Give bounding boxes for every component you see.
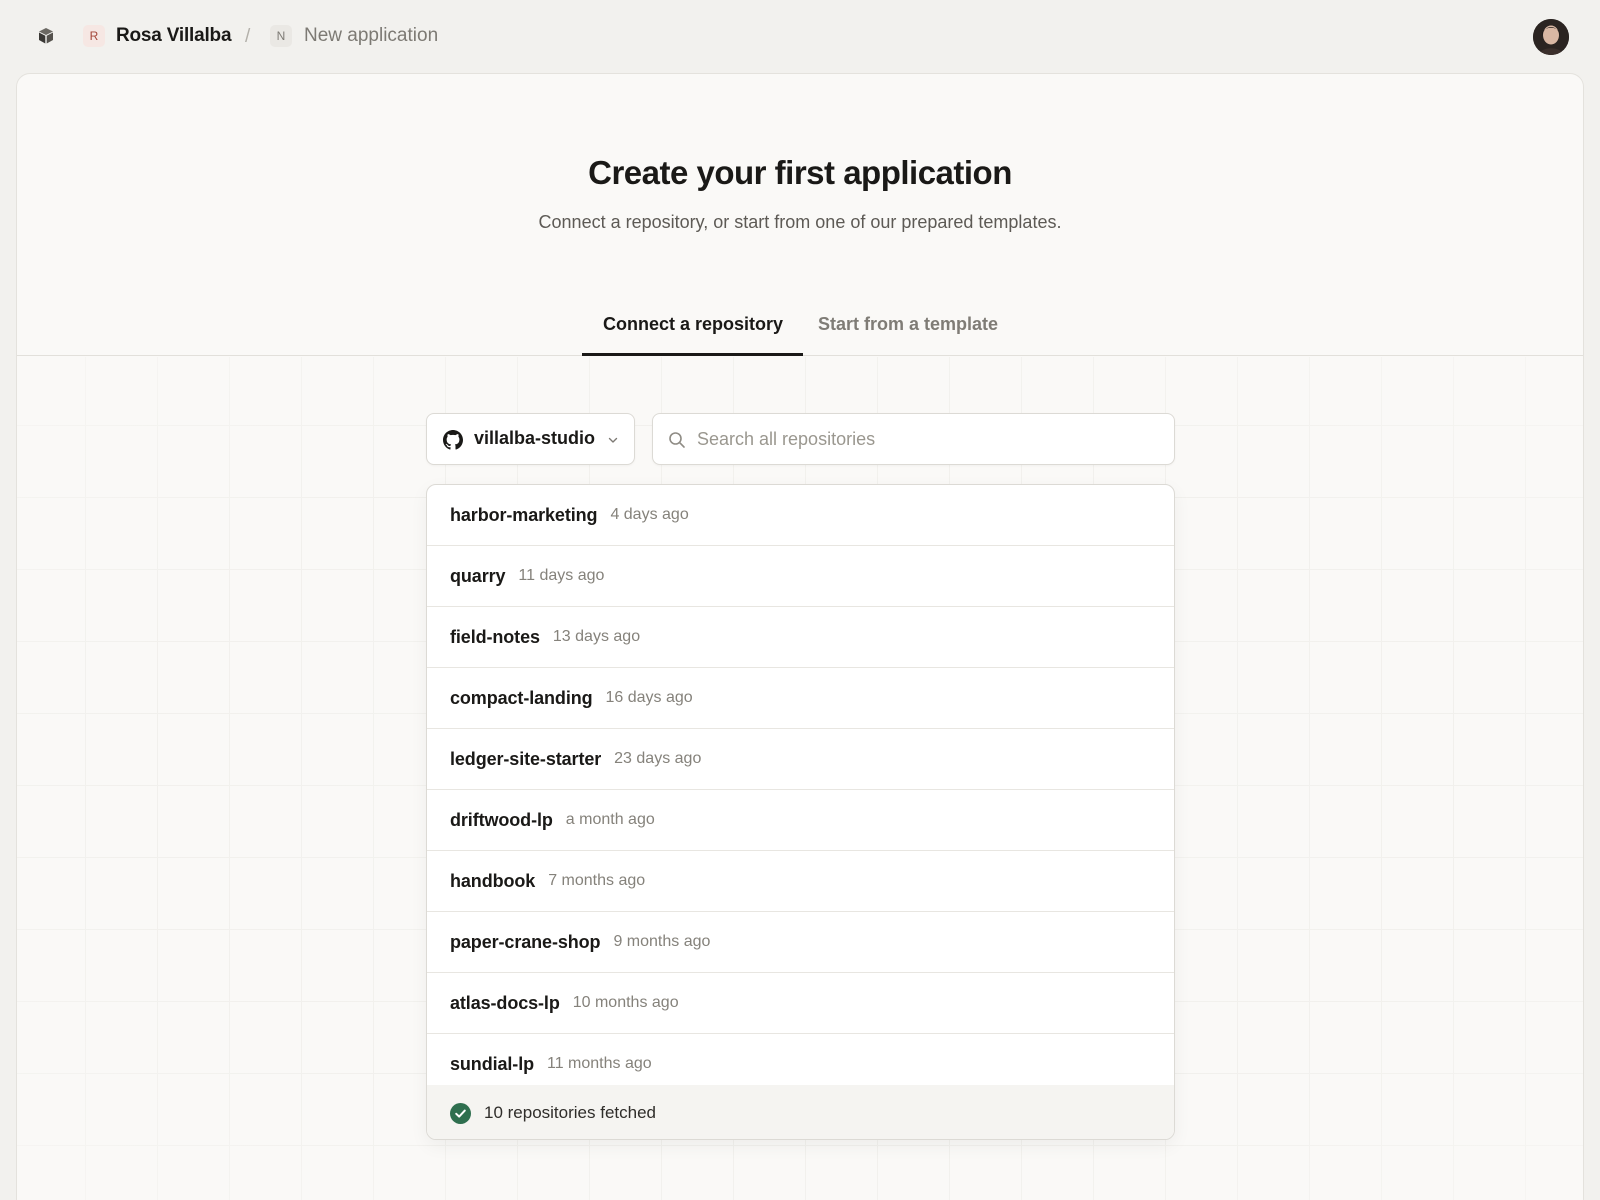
- repository-updated: 13 days ago: [552, 628, 641, 645]
- page-badge: N: [270, 25, 292, 47]
- repository-search: [652, 413, 1175, 465]
- repository-updated: 10 months ago: [572, 994, 679, 1011]
- search-input[interactable]: [697, 414, 1157, 464]
- repository-row[interactable]: harbor-marketing 4 days ago: [427, 485, 1174, 546]
- account-name: villalba-studio: [474, 428, 596, 448]
- active-tab-indicator: [582, 353, 803, 356]
- repository-updated: 11 days ago: [518, 567, 605, 584]
- app-logo-icon[interactable]: [36, 26, 56, 46]
- repository-name: quarry: [450, 565, 506, 586]
- repository-list: harbor-marketing 4 days ago quarry 11 da…: [426, 484, 1175, 1140]
- repository-row[interactable]: driftwood-lp a month ago: [427, 790, 1174, 851]
- repository-row[interactable]: quarry 11 days ago: [427, 546, 1174, 607]
- tab-start-from-template[interactable]: Start from a template: [818, 314, 998, 335]
- repository-updated: 7 months ago: [548, 872, 646, 889]
- repository-name: paper-crane-shop: [450, 931, 601, 952]
- repository-row[interactable]: compact-landing 16 days ago: [427, 668, 1174, 729]
- repository-name: sundial-lp: [450, 1053, 534, 1074]
- page-subtitle: Connect a repository, or start from one …: [538, 212, 1062, 232]
- repository-updated: a month ago: [565, 811, 655, 828]
- fetch-status-text: 10 repositories fetched: [484, 1103, 656, 1122]
- repository-updated: 11 months ago: [547, 1055, 652, 1072]
- repository-name: driftwood-lp: [450, 809, 553, 830]
- user-avatar[interactable]: [1533, 19, 1569, 55]
- breadcrumb-page: New application: [304, 25, 439, 46]
- repository-name: atlas-docs-lp: [450, 992, 560, 1013]
- chevron-down-icon: [608, 437, 618, 443]
- owner-badge: R: [83, 25, 105, 47]
- account-select[interactable]: villalba-studio: [426, 413, 635, 465]
- repository-name: field-notes: [450, 626, 540, 647]
- repository-name: harbor-marketing: [450, 504, 598, 525]
- repository-row[interactable]: ledger-site-starter 23 days ago: [427, 729, 1174, 790]
- repository-updated: 16 days ago: [605, 689, 693, 706]
- repository-updated: 9 months ago: [613, 933, 711, 950]
- repository-name: handbook: [450, 870, 536, 891]
- repository-updated: 23 days ago: [614, 750, 702, 767]
- main-card: Create your first application Connect a …: [16, 73, 1584, 1200]
- top-bar: R Rosa Villalba / N New application: [0, 0, 1600, 73]
- repository-row[interactable]: field-notes 13 days ago: [427, 607, 1174, 668]
- page-title: Create your first application: [588, 154, 1012, 191]
- repository-row[interactable]: paper-crane-shop 9 months ago: [427, 912, 1174, 973]
- repository-row[interactable]: handbook 7 months ago: [427, 851, 1174, 912]
- repository-row[interactable]: atlas-docs-lp 10 months ago: [427, 973, 1174, 1034]
- check-circle-icon: [450, 1102, 471, 1124]
- avatar-image: [1533, 19, 1569, 55]
- tab-connect-repository[interactable]: Connect a repository: [603, 314, 783, 335]
- repository-name: compact-landing: [450, 687, 593, 708]
- repository-updated: 4 days ago: [610, 506, 689, 523]
- fetch-status: 10 repositories fetched: [427, 1085, 1174, 1139]
- breadcrumb-separator: /: [245, 26, 251, 47]
- breadcrumb-owner[interactable]: Rosa Villalba: [116, 25, 232, 47]
- github-icon: [443, 430, 463, 450]
- search-icon: [669, 432, 685, 448]
- repository-name: ledger-site-starter: [450, 748, 602, 769]
- tab-bar: Connect a repository Start from a templa…: [17, 302, 1583, 356]
